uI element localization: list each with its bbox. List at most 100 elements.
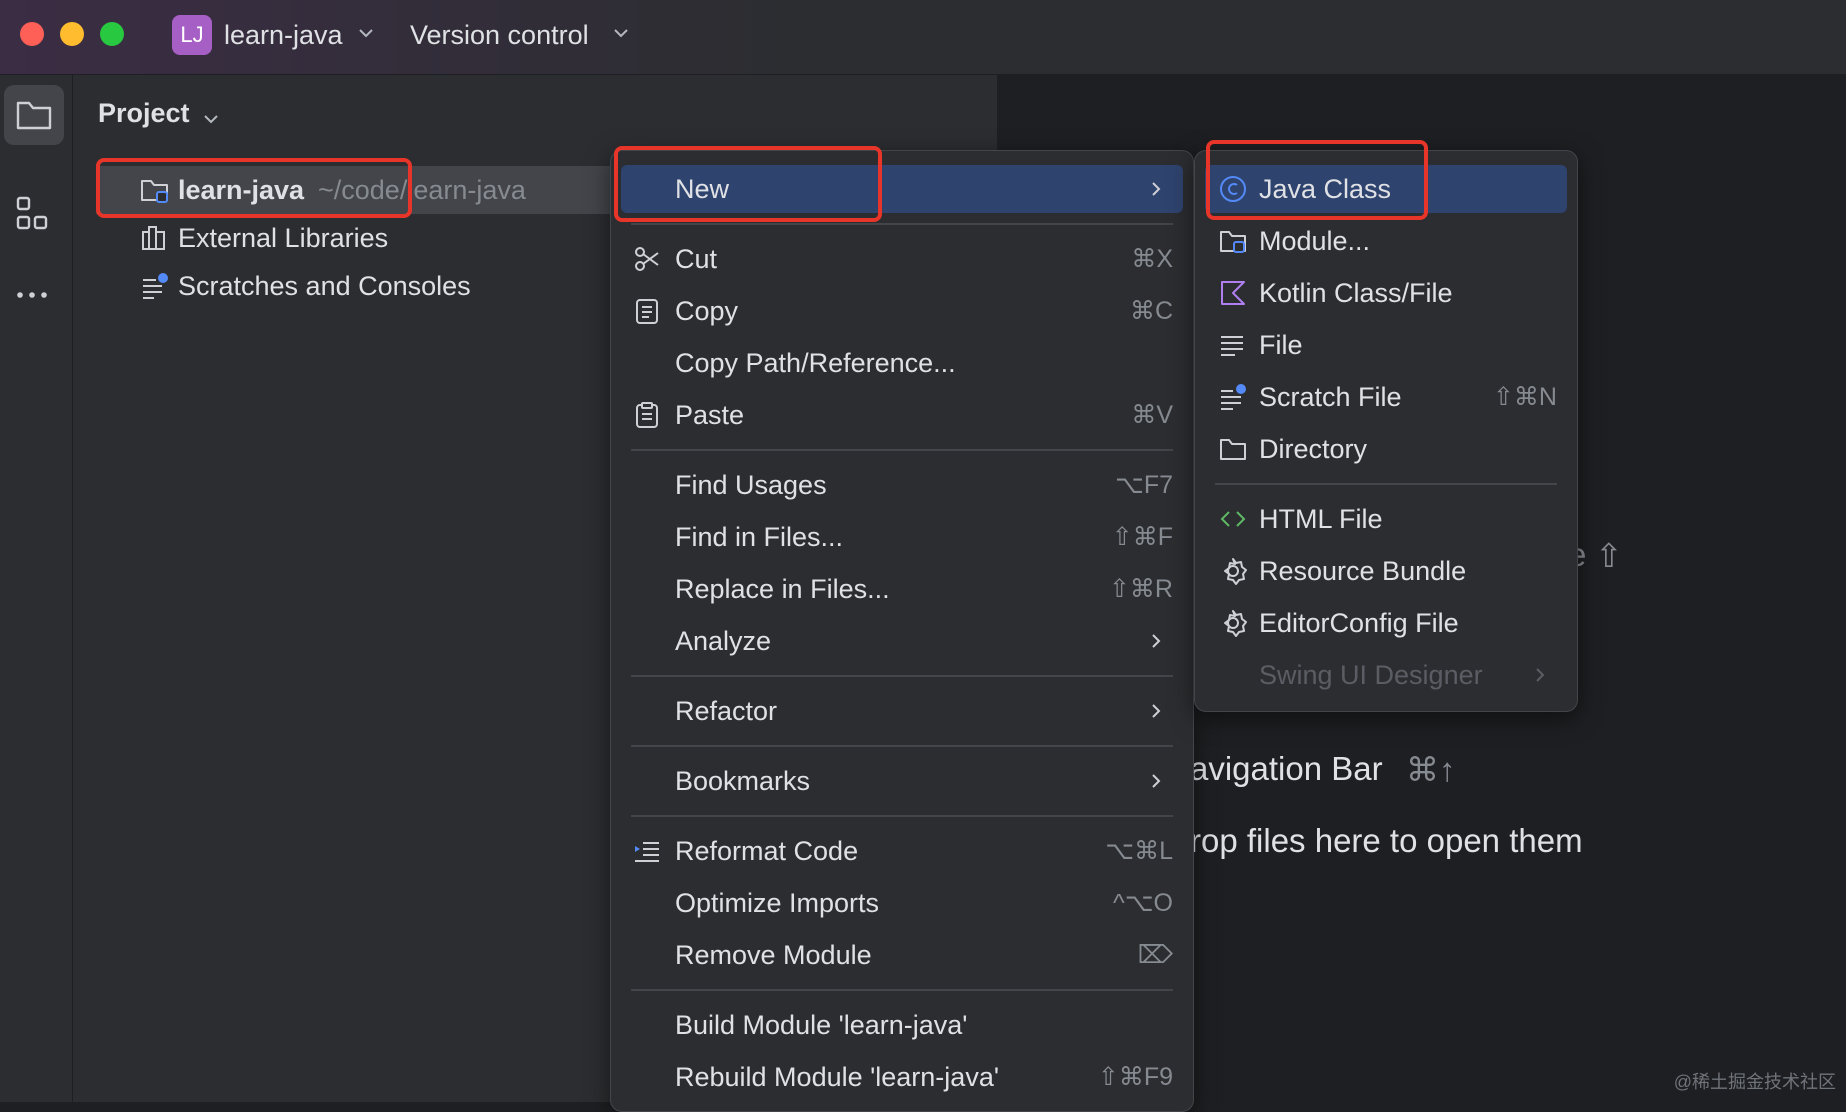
menu-item-build-module[interactable]: Build Module 'learn-java' (611, 1001, 1193, 1049)
menu-item-paste[interactable]: Paste ⌘V (611, 391, 1193, 439)
menu-item-label: Bookmarks (675, 766, 811, 796)
highlight-box (1206, 140, 1428, 220)
menu-item-shortcut: ⌘X (1131, 245, 1173, 273)
menu-item-label: Kotlin Class/File (1259, 278, 1453, 308)
chevron-down-icon[interactable] (610, 22, 632, 44)
chevron-down-icon[interactable] (200, 108, 222, 130)
scratches-icon (143, 273, 168, 299)
chevron-right-icon (1152, 774, 1161, 788)
menu-separator (631, 815, 1173, 817)
menu-separator (631, 223, 1173, 225)
submenu-item-file[interactable]: File (1195, 321, 1577, 369)
menu-item-replace-in-files[interactable]: Replace in Files... ⇧⌘R (611, 565, 1193, 613)
menu-item-shortcut: ⇧⌘R (1108, 575, 1173, 603)
tool-window-strip (0, 75, 73, 1102)
directory-icon (1220, 439, 1246, 460)
menu-item-remove-module[interactable]: Remove Module ⌦ (611, 931, 1193, 979)
watermark: @稀土掘金技术社区 (1673, 1072, 1836, 1092)
project-tool-button[interactable] (4, 85, 64, 145)
menu-item-shortcut: ⇧⌘F9 (1097, 1063, 1173, 1091)
menu-item-bookmarks[interactable]: Bookmarks (611, 757, 1193, 805)
structure-tool-button[interactable] (4, 185, 64, 245)
menu-item-find-usages[interactable]: Find Usages ⌥F7 (611, 461, 1193, 509)
menu-item-shortcut: ⌥⌘L (1105, 837, 1173, 865)
menu-item-label: Paste (675, 400, 745, 430)
hint-shortcut: ⇧ (1595, 537, 1623, 574)
menu-item-label: Analyze (675, 626, 772, 656)
html-icon (1220, 511, 1246, 527)
menu-item-find-in-files[interactable]: Find in Files... ⇧⌘F (611, 513, 1193, 561)
menu-item-reformat-code[interactable]: Reformat Code ⌥⌘L (611, 827, 1193, 875)
file-icon (1221, 336, 1243, 356)
submenu-item-directory[interactable]: Directory (1195, 425, 1577, 473)
project-badge[interactable]: LJ (172, 15, 212, 55)
editorconfig-icon (1224, 610, 1247, 637)
menu-item-label: Optimize Imports (675, 888, 880, 918)
vcs-selector[interactable]: Version control (410, 17, 589, 53)
scratch-file-icon (1221, 384, 1246, 410)
submenu-item-kotlin[interactable]: Kotlin Class/File (1195, 269, 1577, 317)
libraries-icon (142, 226, 165, 250)
menu-item-label: Reformat Code (675, 836, 859, 866)
submenu-item-editorconfig[interactable]: EditorConfig File (1195, 599, 1577, 647)
more-tools-button[interactable] (4, 265, 64, 325)
structure-icon (16, 196, 48, 230)
menu-item-label: Remove Module (675, 940, 872, 970)
menu-separator (631, 745, 1173, 747)
menu-item-shortcut: ⇧⌘N (1492, 383, 1557, 411)
menu-item-rebuild-module[interactable]: Rebuild Module 'learn-java' ⇧⌘F9 (611, 1053, 1193, 1101)
submenu-item-resource-bundle[interactable]: Resource Bundle (1195, 547, 1577, 595)
menu-item-label: Resource Bundle (1259, 556, 1467, 586)
project-panel-title[interactable]: Project (98, 98, 190, 129)
menu-separator (631, 449, 1173, 451)
menu-item-label: Copy Path/Reference... (675, 348, 956, 378)
menu-item-label: File (1259, 330, 1303, 360)
menu-separator (1215, 483, 1557, 485)
menu-item-refactor[interactable]: Refactor (611, 687, 1193, 735)
drop-files-hint: rop files here to open them (1190, 822, 1583, 859)
nav-bar-shortcut: ⌘↑ (1406, 751, 1456, 788)
chevron-right-icon (1152, 182, 1161, 196)
submenu-item-module[interactable]: Module... (1195, 217, 1577, 265)
highlight-box (614, 146, 882, 222)
more-icon (17, 292, 47, 298)
menu-item-analyze[interactable]: Analyze (611, 617, 1193, 665)
tree-item-label: External Libraries (178, 223, 389, 253)
menu-item-label: Copy (675, 296, 739, 326)
menu-item-label: Module... (1259, 226, 1371, 256)
scissors-icon (635, 247, 659, 271)
menu-item-label: HTML File (1259, 504, 1383, 534)
menu-item-shortcut: ⌦ (1137, 941, 1173, 969)
menu-item-label: Cut (675, 244, 718, 274)
menu-item-optimize-imports[interactable]: Optimize Imports ^⌥O (611, 879, 1193, 927)
chevron-down-icon[interactable] (355, 22, 377, 44)
menu-item-label: Rebuild Module 'learn-java' (675, 1062, 999, 1092)
chevron-right-icon (1152, 704, 1161, 718)
chevron-right-icon (1152, 634, 1161, 648)
menu-item-label: Swing UI Designer (1259, 660, 1483, 690)
module-icon (1220, 231, 1246, 253)
menu-item-label: Build Module 'learn-java' (675, 1010, 968, 1040)
submenu-item-html-file[interactable]: HTML File (1195, 495, 1577, 543)
submenu-item-swing-ui-designer[interactable]: Swing UI Designer (1195, 651, 1577, 699)
kotlin-icon (1221, 281, 1245, 305)
minimize-window-button[interactable] (60, 22, 84, 46)
submenu-item-scratch-file[interactable]: Scratch File ⇧⌘N (1195, 373, 1577, 421)
menu-item-label: Replace in Files... (675, 574, 890, 604)
menu-item-cut[interactable]: Cut ⌘X (611, 235, 1193, 283)
menu-item-shortcut: ⌘V (1131, 401, 1173, 429)
chevron-right-icon (1536, 668, 1545, 682)
close-window-button[interactable] (20, 22, 44, 46)
menu-item-label: Refactor (675, 696, 778, 726)
zoom-window-button[interactable] (100, 22, 124, 46)
project-selector[interactable]: learn-java (224, 17, 343, 53)
menu-item-shortcut: ⌥F7 (1115, 471, 1173, 499)
menu-separator (631, 989, 1173, 991)
menu-item-copy[interactable]: Copy ⌘C (611, 287, 1193, 335)
menu-item-copy-path[interactable]: Copy Path/Reference... (611, 339, 1193, 387)
context-menu: New Cut ⌘X Copy ⌘C Copy Path/Reference..… (610, 150, 1194, 1112)
menu-item-label: Find in Files... (675, 522, 844, 552)
menu-item-label: Directory (1259, 434, 1368, 464)
copy-icon (636, 299, 658, 324)
title-bar: LJ learn-java Version control (0, 0, 1846, 75)
